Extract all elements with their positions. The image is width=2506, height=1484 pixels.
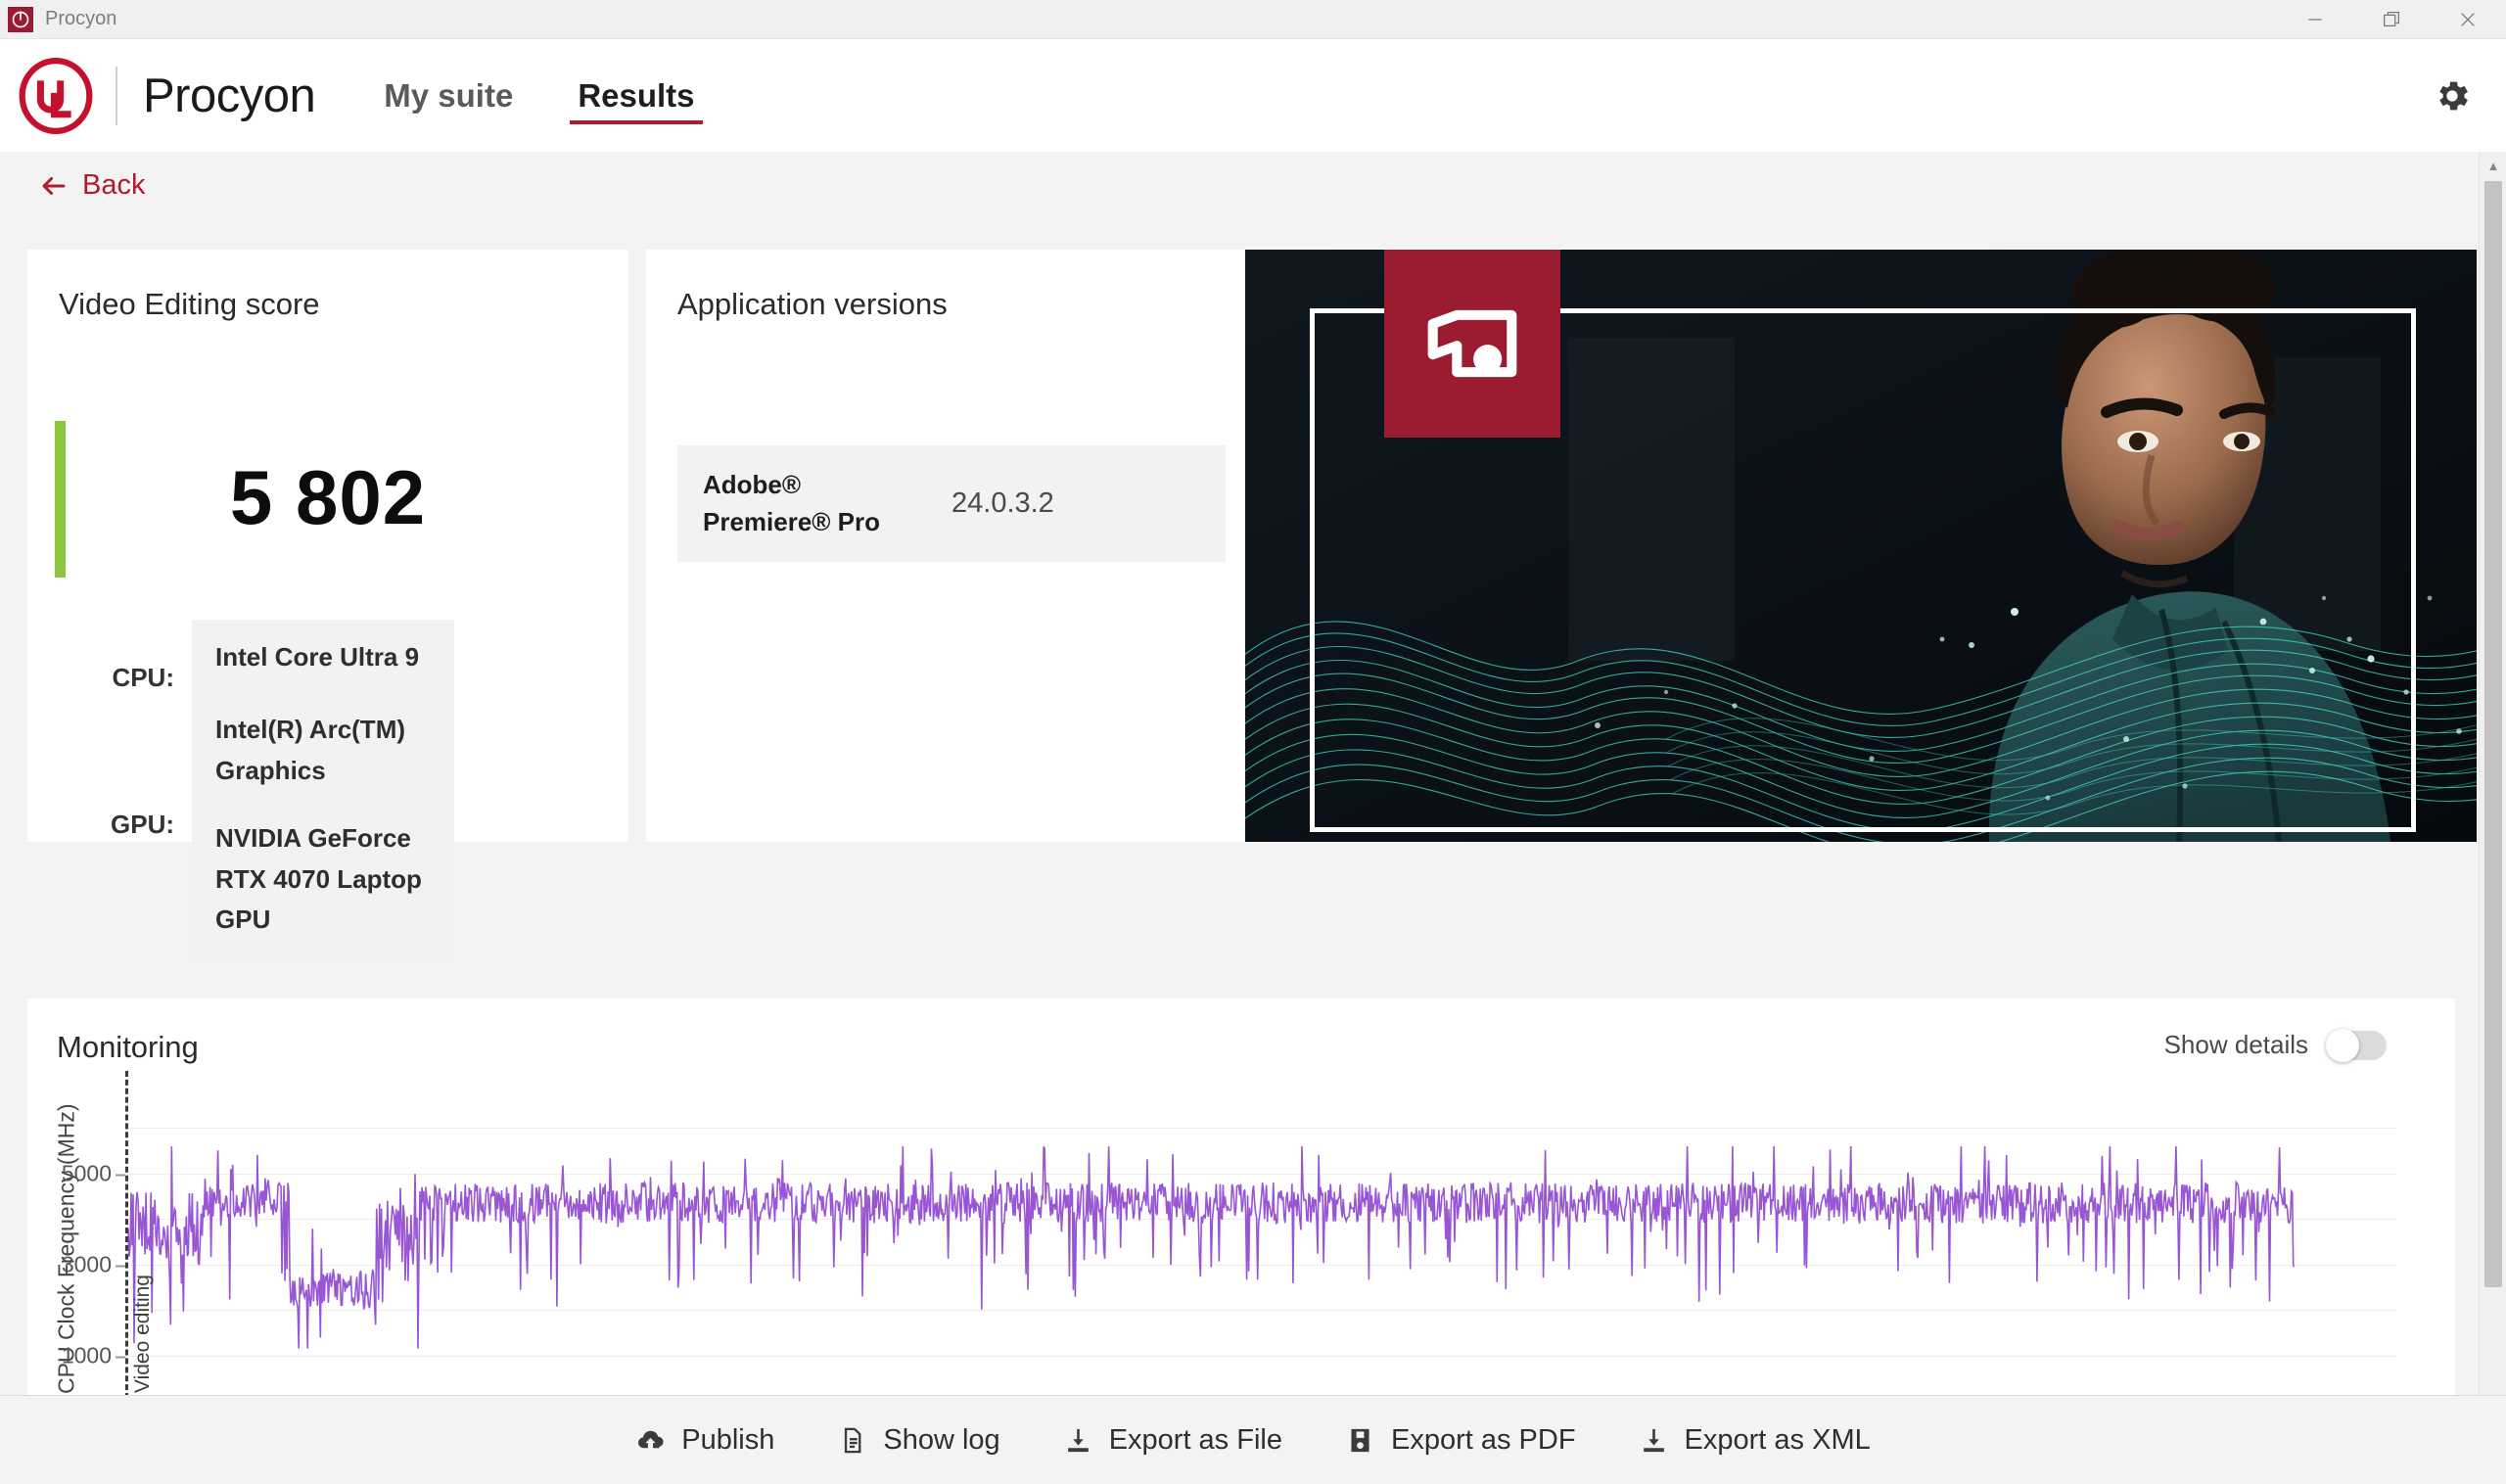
results-content: Back Video Editing score 5 802 CPU: Inte… [0,152,2506,1395]
version-number: 24.0.3.2 [951,487,1054,520]
score-card: Video Editing score 5 802 CPU: Intel Cor… [27,250,628,962]
actions-toolbar: Publish Show log Export as File Export a… [0,1395,2506,1484]
main-nav: My suite Results [376,39,751,152]
video-editing-icon [1384,250,1560,438]
arrow-left-icon [39,171,69,201]
publish-button[interactable]: Publish [635,1424,774,1457]
show-log-button[interactable]: Show log [837,1423,1000,1457]
chart-y-tick: 3000 [61,1251,126,1277]
gpu-value: Intel(R) Arc(TM) Graphics NVIDIA GeForce… [192,688,454,962]
monitoring-panel: Monitoring Show details CPU Clock Freque… [27,998,2455,1395]
monitoring-chart: CPU Clock Frequency (MHz) 5000 3000 1000 [54,1071,2426,1395]
tab-results[interactable]: Results [570,39,703,152]
app-header: Procyon My suite Results [0,39,2506,152]
show-details-control: Show details [2163,1028,2387,1062]
window-title: Procyon [45,8,117,29]
monitoring-title: Monitoring [57,1030,199,1064]
version-app-name-line-1: Adobe® [703,470,802,499]
procyon-window: Procyon Procyon My suite Results Back Vi… [0,0,2506,1484]
version-app-name: Adobe® Premiere® Pro [677,467,951,540]
ul-logo [18,57,94,134]
gpu-value-line-1: Intel(R) Arc(TM) Graphics [215,715,406,785]
chart-plot-area: 5000 3000 1000 Video editing 08:20 25:00… [62,1071,2396,1395]
chart-y-tick: 1000 [61,1342,126,1368]
show-details-label: Show details [2163,1030,2308,1059]
close-button[interactable] [2430,0,2506,39]
gear-icon[interactable] [2432,75,2473,116]
score-card-title: Video Editing score [59,287,320,321]
logo-divider [116,66,117,125]
export-xml-label: Export as XML [1684,1423,1871,1456]
gpu-label: GPU: [111,810,174,840]
document-icon [845,1427,861,1453]
application-versions-card: Application versions Adobe® Premiere® Pr… [646,250,1247,842]
chart-marker-line [125,1071,128,1395]
procyon-power-icon [8,6,33,32]
chart-y-tick: 5000 [61,1160,126,1186]
export-pdf-label: Export as PDF [1390,1423,1576,1456]
brand-name: Procyon [143,69,316,122]
show-log-label: Show log [883,1423,1000,1456]
export-as-file-button[interactable]: Export as File [1063,1424,1282,1457]
minimize-button[interactable] [2277,0,2353,39]
chart-marker-label: Video editing [131,1274,154,1393]
score-value: 5 802 [229,454,427,540]
show-details-toggle[interactable] [2326,1028,2387,1062]
window-titlebar: Procyon [0,0,2506,39]
download-icon [1067,1428,1089,1452]
scroll-up-icon[interactable]: ▲ [2480,152,2506,179]
chart-series-cpu-clock-frequency [126,1145,2296,1349]
export-file-label: Export as File [1108,1423,1282,1456]
gpu-spec-row: GPU: Intel(R) Arc(TM) Graphics NVIDIA Ge… [55,688,454,962]
version-app-name-line-2: Premiere® Pro [703,506,881,536]
export-as-xml-button[interactable]: Export as XML [1639,1424,1871,1457]
content-scrollbar[interactable]: ▲ [2479,152,2506,1395]
back-label: Back [82,169,146,201]
toggle-knob [2326,1028,2359,1062]
export-as-pdf-button[interactable]: Export as PDF [1345,1424,1576,1457]
tab-my-suite[interactable]: My suite [376,39,521,152]
publish-label: Publish [681,1423,775,1456]
version-row: Adobe® Premiere® Pro 24.0.3.2 [677,445,1226,563]
scrollbar-thumb[interactable] [2484,181,2502,1287]
gpu-value-line-2: NVIDIA GeForce RTX 4070 Laptop GPU [215,823,422,935]
cloud-upload-icon [638,1430,664,1448]
benchmark-banner-image [1245,250,2477,842]
download-icon [1643,1428,1664,1452]
restore-button[interactable] [2353,0,2430,39]
summary-cards: Video Editing score 5 802 CPU: Intel Cor… [27,250,1247,962]
versions-card-title: Application versions [677,287,948,321]
back-button[interactable]: Back [39,169,145,202]
save-disk-icon [1351,1428,1369,1452]
